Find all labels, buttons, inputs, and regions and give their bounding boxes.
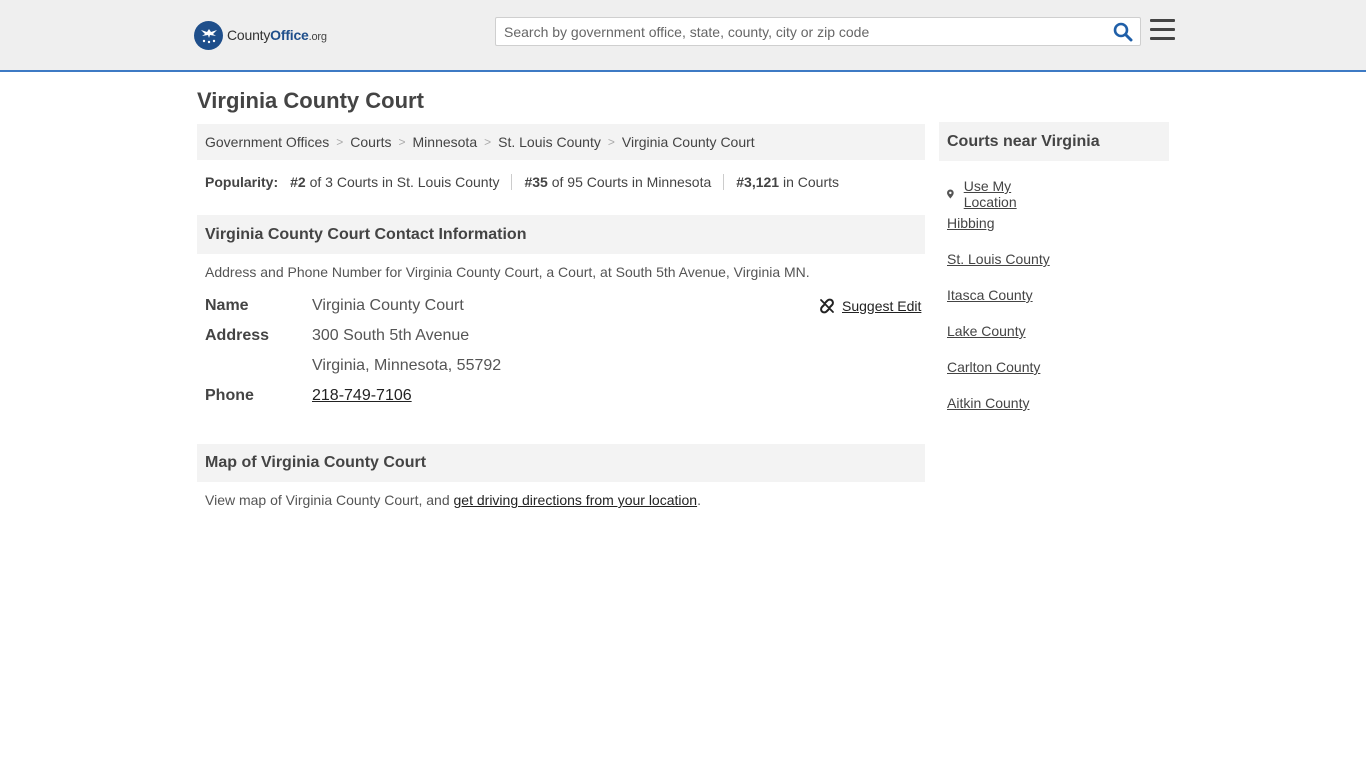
nearby-link-itasca-county[interactable]: Itasca County: [947, 287, 1033, 303]
map-section-heading: Map of Virginia County Court: [197, 444, 925, 482]
nearby-link-aitkin-county[interactable]: Aitkin County: [947, 395, 1029, 411]
phone-label: Phone: [205, 387, 254, 404]
chevron-right-icon: >: [398, 135, 406, 149]
popularity-rank-county: #2 of 3 Courts in St. Louis County: [290, 174, 500, 190]
contact-description: Address and Phone Number for Virginia Co…: [205, 264, 810, 280]
breadcrumb: Government Offices > Courts > Minnesota …: [197, 124, 925, 160]
breadcrumb-courts[interactable]: Courts: [350, 134, 391, 150]
search-button[interactable]: [1112, 21, 1134, 43]
driving-directions-link[interactable]: get driving directions from your locatio…: [454, 492, 698, 508]
page-title: Virginia County Court: [197, 88, 424, 113]
hamburger-icon-bar: [1150, 28, 1175, 31]
phone-link[interactable]: 218-749-7106: [312, 387, 412, 404]
address-line-2: Virginia, Minnesota, 55792: [312, 357, 502, 374]
logo-wordmark: CountyOffice.org: [227, 27, 327, 43]
breadcrumb-government-offices[interactable]: Government Offices: [205, 134, 329, 150]
broken-link-icon: [820, 298, 834, 314]
address-label: Address: [205, 327, 270, 344]
use-my-location-button[interactable]: Use My Location: [947, 178, 1022, 210]
breadcrumb-st-louis-county[interactable]: St. Louis County: [498, 134, 601, 150]
popularity-rank-national: #3,121 in Courts: [723, 174, 851, 190]
chevron-right-icon: >: [336, 135, 344, 149]
search-input[interactable]: [496, 18, 1106, 45]
county-office-logo[interactable]: CountyOffice.org: [194, 20, 327, 50]
popularity-bar: Popularity: #2 of 3 Courts in St. Louis …: [205, 172, 851, 192]
popularity-label: Popularity:: [205, 174, 279, 190]
search-box: [495, 17, 1141, 46]
chevron-right-icon: >: [607, 135, 615, 149]
eagle-seal-icon: [194, 20, 223, 50]
hamburger-icon-bar: [1150, 37, 1175, 40]
nearby-link-hibbing[interactable]: Hibbing: [947, 215, 994, 231]
site-header: CountyOffice.org: [0, 0, 1366, 72]
chevron-right-icon: >: [484, 135, 492, 149]
contact-section-heading: Virginia County Court Contact Informatio…: [197, 215, 925, 254]
popularity-rank-state: #35 of 95 Courts in Minnesota: [511, 174, 723, 190]
map-description: View map of Virginia County Court, and g…: [205, 492, 701, 508]
use-my-location-label: Use My Location: [963, 178, 1017, 210]
sidebar-heading: Courts near Virginia: [939, 122, 1169, 161]
map-pin-icon: [947, 189, 954, 199]
name-label: Name: [205, 297, 249, 314]
nearby-link-lake-county[interactable]: Lake County: [947, 323, 1026, 339]
name-value: Virginia County Court: [312, 297, 464, 314]
suggest-edit-label: Suggest Edit: [842, 298, 922, 314]
search-icon: [1113, 22, 1133, 42]
breadcrumb-minnesota[interactable]: Minnesota: [413, 134, 478, 150]
breadcrumb-current: Virginia County Court: [621, 134, 755, 150]
hamburger-icon-bar: [1150, 19, 1175, 22]
hamburger-menu-button[interactable]: [1150, 19, 1175, 42]
address-line-1: 300 South 5th Avenue: [312, 327, 470, 344]
nearby-link-st-louis-county[interactable]: St. Louis County: [947, 251, 1050, 267]
suggest-edit-button[interactable]: Suggest Edit: [819, 298, 921, 314]
nearby-link-carlton-county[interactable]: Carlton County: [947, 359, 1040, 375]
